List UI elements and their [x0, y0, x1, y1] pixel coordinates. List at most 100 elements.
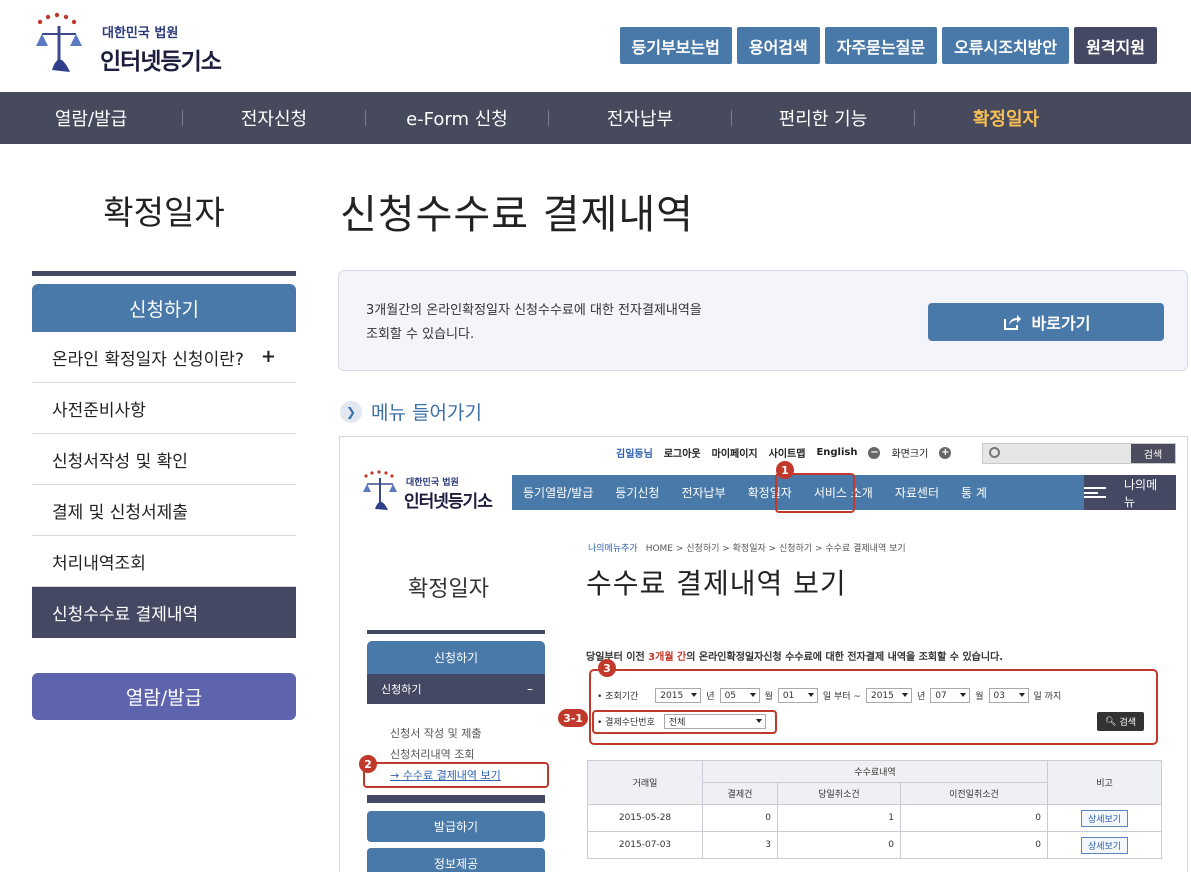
- step-badge-1: 1: [776, 461, 794, 479]
- shot-payment-row: • 결제수단번호 전체: [597, 714, 766, 729]
- sidebar-item-fee-payments[interactable]: 신청수수료 결제내역: [32, 587, 296, 638]
- error-help-button[interactable]: 오류시조치방안: [942, 27, 1070, 64]
- shot-desc-highlight: 3개월 간: [648, 652, 687, 663]
- nav-eform[interactable]: e-Form 신청: [366, 105, 548, 131]
- chevron-right-icon: ❯: [340, 400, 362, 423]
- shot-username: 김일등님: [616, 449, 653, 460]
- sidebar-item-online-intro[interactable]: 온라인 확정일자 신청이란? +: [32, 332, 296, 383]
- nav-e-application[interactable]: 전자신청: [183, 105, 365, 131]
- unit-label: 년: [916, 692, 926, 702]
- shot-info-button: 정보제공: [367, 848, 545, 872]
- logo-title: 인터넷등기소: [100, 49, 222, 75]
- nav-convenience[interactable]: 편리한 기능: [732, 105, 914, 131]
- shot-period-row: • 조회기간 2015 년 05 월 01 일 부터 ~ 2015 년 07 월…: [597, 688, 1061, 703]
- cell-paid: 0: [702, 804, 778, 832]
- collapse-icon: –: [527, 682, 533, 696]
- sidebar-item-preparation[interactable]: 사전준비사항: [32, 383, 296, 434]
- shot-page-title: 수수료 결제내역 보기: [586, 567, 847, 600]
- share-arrow-icon: [1003, 315, 1021, 330]
- court-emblem-icon: [36, 12, 82, 72]
- shot-sidebar-head: 신청하기: [367, 641, 545, 674]
- shot-payment-label: • 결제수단번호: [597, 718, 655, 728]
- caret-down-icon: [755, 719, 762, 723]
- detail-button: 상세보기: [1080, 836, 1129, 854]
- shot-to-day-select: 03: [988, 688, 1029, 703]
- zoom-out-icon: −: [868, 446, 881, 459]
- cell-prev-cancel: 0: [899, 831, 1049, 859]
- shot-breadcrumb: 나의메뉴추가 HOME > 신청하기 > 확정일자 > 신청하기 > 수수료 결…: [588, 541, 906, 554]
- shot-desc-pre: 당일부터 이전: [586, 652, 649, 663]
- shot-description: 당일부터 이전 3개월 간의 온라인확정일자신청 수수료에 대한 전자결제 내역…: [586, 648, 1003, 663]
- caret-down-icon: [691, 693, 698, 697]
- menu-enter-link[interactable]: ❯ 메뉴 들어가기: [340, 398, 482, 425]
- shortcut-label: 바로가기: [1031, 314, 1091, 333]
- highlight-box-sidebar: [363, 762, 549, 788]
- shot-to-year-select: 2015: [865, 688, 912, 703]
- step-badge-3-1: 3-1: [558, 709, 588, 727]
- logo-subtitle: 대한민국 법원: [102, 26, 179, 41]
- sidebar-item-payment-submit[interactable]: 결제 및 신청서제출: [32, 485, 296, 536]
- shot-mymenu: 나의메뉴: [1084, 475, 1176, 510]
- shot-search-box: 검색: [982, 443, 1176, 464]
- shot-sidebar-title: 확정일자: [408, 577, 489, 602]
- shot-top-links: 김일등님 로그아웃 마이페이지 사이트맵 English − 화면크기 +: [616, 445, 952, 460]
- th-note: 비고: [1047, 760, 1162, 805]
- shot-sitemap: 사이트맵: [768, 449, 806, 460]
- sidebar-title: 확정일자: [103, 193, 225, 232]
- caret-down-icon: [960, 693, 967, 697]
- shot-search-button: 검색: [1131, 444, 1175, 463]
- caret-down-icon: [807, 693, 814, 697]
- shot-issue-button: 발급하기: [367, 811, 545, 842]
- sidebar-item-write-form[interactable]: 신청서작성 및 확인: [32, 434, 296, 485]
- nav-fixed-date[interactable]: 확정일자: [915, 105, 1097, 131]
- shot-desc-post: 의 온라인확정일자신청 수수료에 대한 전자결제 내역을 조회할 수 있습니다.: [686, 652, 1004, 663]
- top-button-group: 등기부보는법 용어검색 자주묻는질문 오류시조치방안 원격지원: [619, 27, 1157, 64]
- sidebar-button-view-issue[interactable]: 열람/발급: [32, 673, 296, 720]
- shot-english: English: [816, 447, 858, 458]
- nav-view-issue[interactable]: 열람/발급: [0, 105, 182, 131]
- info-text: 3개월간의 온라인확정일자 신청수수료에 대한 전자결제내역을 조회할 수 있습…: [366, 299, 702, 347]
- search-icon: 🔍︎: [1105, 716, 1117, 727]
- site-logo[interactable]: 대한민국 법원 인터넷등기소: [30, 12, 250, 78]
- shot-sidebar-rule: [367, 630, 545, 634]
- shot-to-month-select: 07: [930, 688, 971, 703]
- glossary-button[interactable]: 용어검색: [736, 27, 820, 64]
- remote-support-button[interactable]: 원격지원: [1074, 27, 1157, 64]
- shot-logo-title: 인터넷등기소: [404, 492, 493, 512]
- page-title: 신청수수료 결제내역: [340, 192, 694, 238]
- info-box: 3개월간의 온라인확정일자 신청수수료에 대한 전자결제내역을 조회할 수 있습…: [338, 270, 1188, 371]
- shot-from-day-select: 01: [777, 688, 818, 703]
- step-badge-3: 3: [598, 659, 616, 677]
- th-date: 거래일: [587, 760, 703, 805]
- faq-button[interactable]: 자주묻는질문: [824, 27, 938, 64]
- shot-sidebar-sub-label: 신청하기: [381, 683, 422, 696]
- cell-note: 상세보기: [1047, 804, 1162, 832]
- shot-from-month-select: 05: [719, 688, 760, 703]
- shortcut-button[interactable]: 바로가기: [928, 303, 1164, 341]
- shot-nav-item: 등기열람/발급: [523, 486, 594, 500]
- shot-court-emblem-icon: [363, 470, 397, 510]
- caret-down-icon: [901, 693, 908, 697]
- guide-screenshot: 김일등님 로그아웃 마이페이지 사이트맵 English − 화면크기 + 검색…: [339, 436, 1188, 872]
- sidebar-section-apply[interactable]: 신청하기: [32, 284, 296, 332]
- shot-nav-item: 통 계: [961, 486, 987, 500]
- shot-breadcrumb-path: HOME > 신청하기 > 확정일자 > 신청하기 > 수수료 결제내역 보기: [645, 544, 906, 554]
- nav-e-payment[interactable]: 전자납부: [549, 105, 731, 131]
- header: 대한민국 법원 인터넷등기소 등기부보는법 용어검색 자주묻는질문 오류시조치방…: [0, 0, 1191, 92]
- shot-sidebar-link: 신청서 작성 및 제출: [390, 727, 482, 740]
- unit-label: 월: [975, 692, 984, 702]
- guide-button[interactable]: 등기부보는법: [619, 27, 732, 64]
- shot-form-search-button: 🔍︎ 검색: [1097, 712, 1144, 731]
- shot-screen-size: 화면크기: [891, 449, 929, 460]
- cell-note: 상세보기: [1047, 831, 1162, 859]
- cell-same-day-cancel: 0: [776, 831, 901, 859]
- expand-icon[interactable]: +: [261, 346, 276, 367]
- sidebar-item-history[interactable]: 처리내역조회: [32, 536, 296, 587]
- sidebar-rule: [32, 271, 296, 276]
- th-same-day-cancel: 당일취소건: [776, 782, 901, 805]
- shot-sidebar-sub: 신청하기 –: [367, 674, 545, 704]
- unit-label: 월: [764, 692, 773, 702]
- th-paid: 결제건: [702, 782, 778, 805]
- unit-label: 일 까지: [1033, 692, 1062, 702]
- th-prev-cancel: 이전일취소건: [899, 782, 1049, 805]
